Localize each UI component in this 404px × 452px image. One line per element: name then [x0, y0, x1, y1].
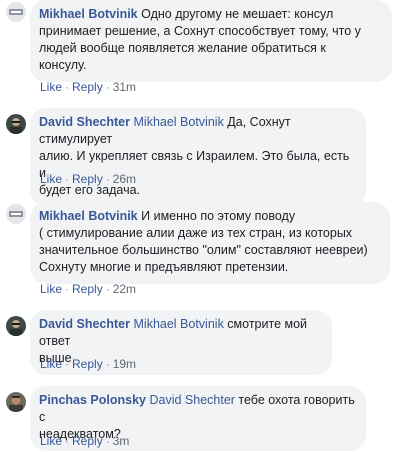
like-link[interactable]: Like — [40, 434, 62, 448]
comment-text-line: Сохнуту многие и предъявляют претензии. — [39, 260, 289, 274]
avatar[interactable] — [6, 114, 26, 134]
comment-timestamp[interactable]: 22m — [113, 282, 136, 296]
like-link[interactable]: Like — [40, 282, 62, 296]
comment-timestamp[interactable]: 19m — [113, 357, 136, 371]
comment-bubble: Mikhael Botvinik И именно по этому повод… — [30, 202, 390, 284]
reply-link[interactable]: Reply — [72, 434, 103, 448]
like-link[interactable]: Like — [40, 80, 62, 94]
comment-text-line: значительное большинство "олим" составля… — [39, 243, 368, 257]
avatar[interactable] — [6, 2, 26, 22]
comment-actions: Like · Reply · 3m — [40, 434, 130, 448]
comment-actions: Like · Reply · 31m — [40, 80, 137, 94]
avatar[interactable] — [6, 204, 26, 224]
reply-link[interactable]: Reply — [72, 172, 103, 186]
comment-text-line: консулу. — [39, 58, 87, 72]
comment-author[interactable]: Mikhael Botvinik — [39, 209, 138, 223]
comment-actions: Like · Reply · 26m — [40, 172, 137, 186]
comment-timestamp[interactable]: 26m — [113, 172, 136, 186]
comment-text-line: принимает решение, а Сохнут способствует… — [39, 24, 361, 38]
comment-text-line: ( стимулирование алии даже из тех стран,… — [39, 226, 353, 240]
reply-link[interactable]: Reply — [72, 282, 103, 296]
comment-author[interactable]: Mikhael Botvinik — [39, 7, 138, 21]
comment-timestamp[interactable]: 31m — [113, 80, 136, 94]
avatar[interactable] — [6, 316, 26, 336]
reply-link[interactable]: Reply — [72, 357, 103, 371]
mention-tag[interactable]: Mikhael Botvinik — [134, 317, 224, 331]
comment-author[interactable]: David Shechter — [39, 317, 130, 331]
comment-text-line: Одно другому не мешает: консул — [141, 7, 334, 21]
comment-actions: Like · Reply · 22m — [40, 282, 137, 296]
like-link[interactable]: Like — [40, 357, 62, 371]
comment-author[interactable]: Pinchas Polonsky — [39, 393, 146, 407]
comment-bubble: David Shechter Mikhael Botvinik Да, Сохн… — [30, 108, 366, 207]
comment-timestamp[interactable]: 3m — [113, 434, 130, 448]
comment-bubble: Mikhael Botvinik Одно другому не мешает:… — [30, 0, 392, 82]
comment-text-line: И именно по этому поводу — [141, 209, 296, 223]
comment-author[interactable]: David Shechter — [39, 115, 130, 129]
like-link[interactable]: Like — [40, 172, 62, 186]
mention-tag[interactable]: David Shechter — [149, 393, 234, 407]
avatar[interactable] — [6, 392, 26, 412]
reply-link[interactable]: Reply — [72, 80, 103, 94]
mention-tag[interactable]: Mikhael Botvinik — [134, 115, 224, 129]
comment-actions: Like · Reply · 19m — [40, 357, 137, 371]
comment-text-line: людей вообще появляется желание обратить… — [39, 41, 326, 55]
